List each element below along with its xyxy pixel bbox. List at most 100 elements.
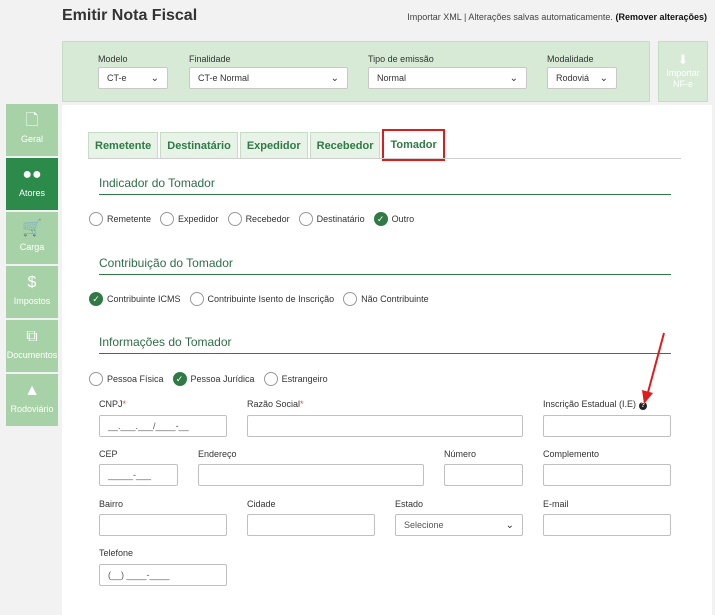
radio-label: Pessoa Jurídica (190, 374, 255, 384)
users-icon: ●● (22, 166, 42, 183)
finalidade-select[interactable]: CT-e Normal ⌄ (189, 67, 348, 89)
sidebar-item-documentos[interactable]: ⧉ Documentos (6, 320, 58, 372)
radio-unchecked-icon (189, 292, 204, 306)
telefone-input[interactable]: (__) ____-____ (99, 564, 227, 586)
radio-unchecked-icon (89, 372, 103, 386)
razao-social-input[interactable] (247, 415, 523, 437)
radio-destinatario[interactable]: Destinatário (298, 212, 365, 226)
radio-label: Outro (391, 214, 415, 224)
import-nfe-label-2: NF-e (673, 79, 693, 89)
radio-expedidor[interactable]: Expedidor (160, 212, 219, 226)
tab-tomador[interactable]: Tomador (382, 129, 445, 161)
cnpj-placeholder: __.___.___/____-__ (108, 421, 189, 431)
modalidade-select[interactable]: Rodoviá ⌄ (547, 67, 617, 89)
ie-input[interactable] (543, 415, 671, 437)
radio-pessoa-juridica[interactable]: ✓ Pessoa Jurídica (172, 372, 255, 386)
estado-label: Estado (395, 499, 424, 509)
import-nfe-label-1: Importar (666, 68, 700, 78)
header-separator: | (464, 12, 467, 22)
sidebar-item-rodoviario[interactable]: ▲ Rodoviário (6, 374, 58, 426)
radio-contribuinte-isento[interactable]: Contribuinte Isento de Inscrição (189, 292, 334, 306)
tabs-divider (88, 158, 681, 159)
check-icon: ✓ (172, 372, 187, 386)
cnpj-input[interactable]: __.___.___/____-__ (99, 415, 227, 437)
radio-label: Estrangeiro (281, 374, 328, 384)
chevron-down-icon: ⌄ (599, 72, 608, 84)
actor-tabs: Remetente Destinatário Expedidor Recebed… (88, 129, 447, 161)
modelo-select[interactable]: CT-e ⌄ (98, 67, 168, 89)
remove-changes-link[interactable]: (Remover alterações) (615, 12, 707, 22)
page-title: Emitir Nota Fiscal (62, 7, 198, 24)
cidade-input[interactable] (247, 514, 375, 536)
email-input[interactable] (543, 514, 671, 536)
informacoes-section-title: Informações do Tomador (99, 335, 232, 349)
sidebar-item-label: Impostos (13, 296, 51, 306)
radio-unchecked-icon (227, 212, 242, 226)
sidebar-item-label: Rodoviário (10, 404, 54, 414)
dollar-icon: $ (27, 274, 37, 291)
tab-recebedor[interactable]: Recebedor (309, 132, 381, 158)
road-icon: ▲ (24, 382, 40, 399)
telefone-placeholder: (__) ____-____ (108, 570, 170, 580)
annotation-arrow-icon (642, 332, 665, 404)
radio-contribuinte-icms[interactable]: ✓ Contribuinte ICMS (89, 292, 181, 306)
estado-select[interactable]: Selecione ⌄ (395, 514, 523, 536)
sidebar-item-atores[interactable]: ●● Atores (6, 158, 58, 210)
sidebar-item-label: Documentos (6, 350, 58, 360)
numero-label: Número (444, 449, 477, 459)
check-icon: ✓ (89, 292, 103, 306)
tab-remetente[interactable]: Remetente (88, 132, 159, 158)
sidebar-item-geral[interactable]: 🗋 Geral (6, 104, 58, 156)
endereco-input[interactable] (198, 464, 424, 486)
sidebar-item-label: Carga (19, 242, 45, 252)
radio-estrangeiro[interactable]: Estrangeiro (263, 372, 328, 386)
endereco-label: Endereço (198, 449, 237, 459)
import-nfe-button[interactable]: ⬇ Importar NF-e (658, 41, 708, 102)
sidebar-item-carga[interactable]: 🛒 Carga (6, 212, 58, 264)
radio-label: Não Contribuinte (361, 294, 429, 304)
radio-unchecked-icon (343, 292, 358, 306)
section-divider (99, 274, 671, 275)
tipo-emissao-value: Normal (377, 73, 407, 83)
contribuicao-options: ✓ Contribuinte ICMS Contribuinte Isento d… (89, 292, 438, 306)
finalidade-label: Finalidade (189, 54, 231, 64)
radio-unchecked-icon (298, 212, 313, 226)
header-actions: Importar XML | Alterações salvas automat… (407, 12, 707, 22)
radio-outro[interactable]: ✓ Outro (373, 212, 415, 226)
estado-value: Selecione (404, 520, 444, 530)
chevron-down-icon: ⌄ (505, 519, 514, 531)
radio-nao-contribuinte[interactable]: Não Contribuinte (343, 292, 429, 306)
section-divider (99, 353, 671, 354)
sidebar-item-impostos[interactable]: $ Impostos (6, 266, 58, 318)
numero-input[interactable] (444, 464, 523, 486)
modalidade-label: Modalidade (547, 54, 594, 64)
cep-input[interactable]: _____-___ (99, 464, 178, 486)
tab-expedidor[interactable]: Expedidor (239, 132, 308, 158)
radio-remetente[interactable]: Remetente (89, 212, 151, 226)
complemento-input[interactable] (543, 464, 671, 486)
modalidade-value: Rodoviá (556, 73, 590, 83)
finalidade-field: Finalidade CT-e Normal ⌄ (189, 54, 348, 89)
chevron-down-icon: ⌄ (330, 72, 339, 84)
telefone-label: Telefone (99, 548, 134, 558)
radio-label: Contribuinte ICMS (107, 294, 181, 304)
radio-label: Recebedor (245, 214, 290, 224)
radio-label: Pessoa Física (107, 374, 164, 384)
radio-unchecked-icon (160, 212, 175, 226)
sidebar-item-label: Atores (18, 188, 45, 198)
indicador-options: Remetente Expedidor Recebedor Destinatár… (89, 212, 423, 226)
chevron-down-icon: ⌄ (509, 72, 518, 84)
import-xml-link[interactable]: Importar XML (407, 12, 461, 22)
cep-placeholder: _____-___ (108, 470, 152, 480)
check-icon: ✓ (373, 212, 388, 226)
bairro-input[interactable] (99, 514, 227, 536)
cnpj-label: CNPJ* (99, 399, 127, 409)
tipo-emissao-select[interactable]: Normal ⌄ (368, 67, 527, 89)
section-divider (99, 194, 671, 195)
sidebar-item-label: Geral (20, 134, 43, 144)
tab-destinatario[interactable]: Destinatário (160, 132, 238, 158)
radio-recebedor[interactable]: Recebedor (227, 212, 290, 226)
radio-pessoa-fisica[interactable]: Pessoa Física (89, 372, 164, 386)
modelo-field: Modelo CT-e ⌄ (98, 54, 168, 89)
radio-unchecked-icon (89, 212, 103, 226)
